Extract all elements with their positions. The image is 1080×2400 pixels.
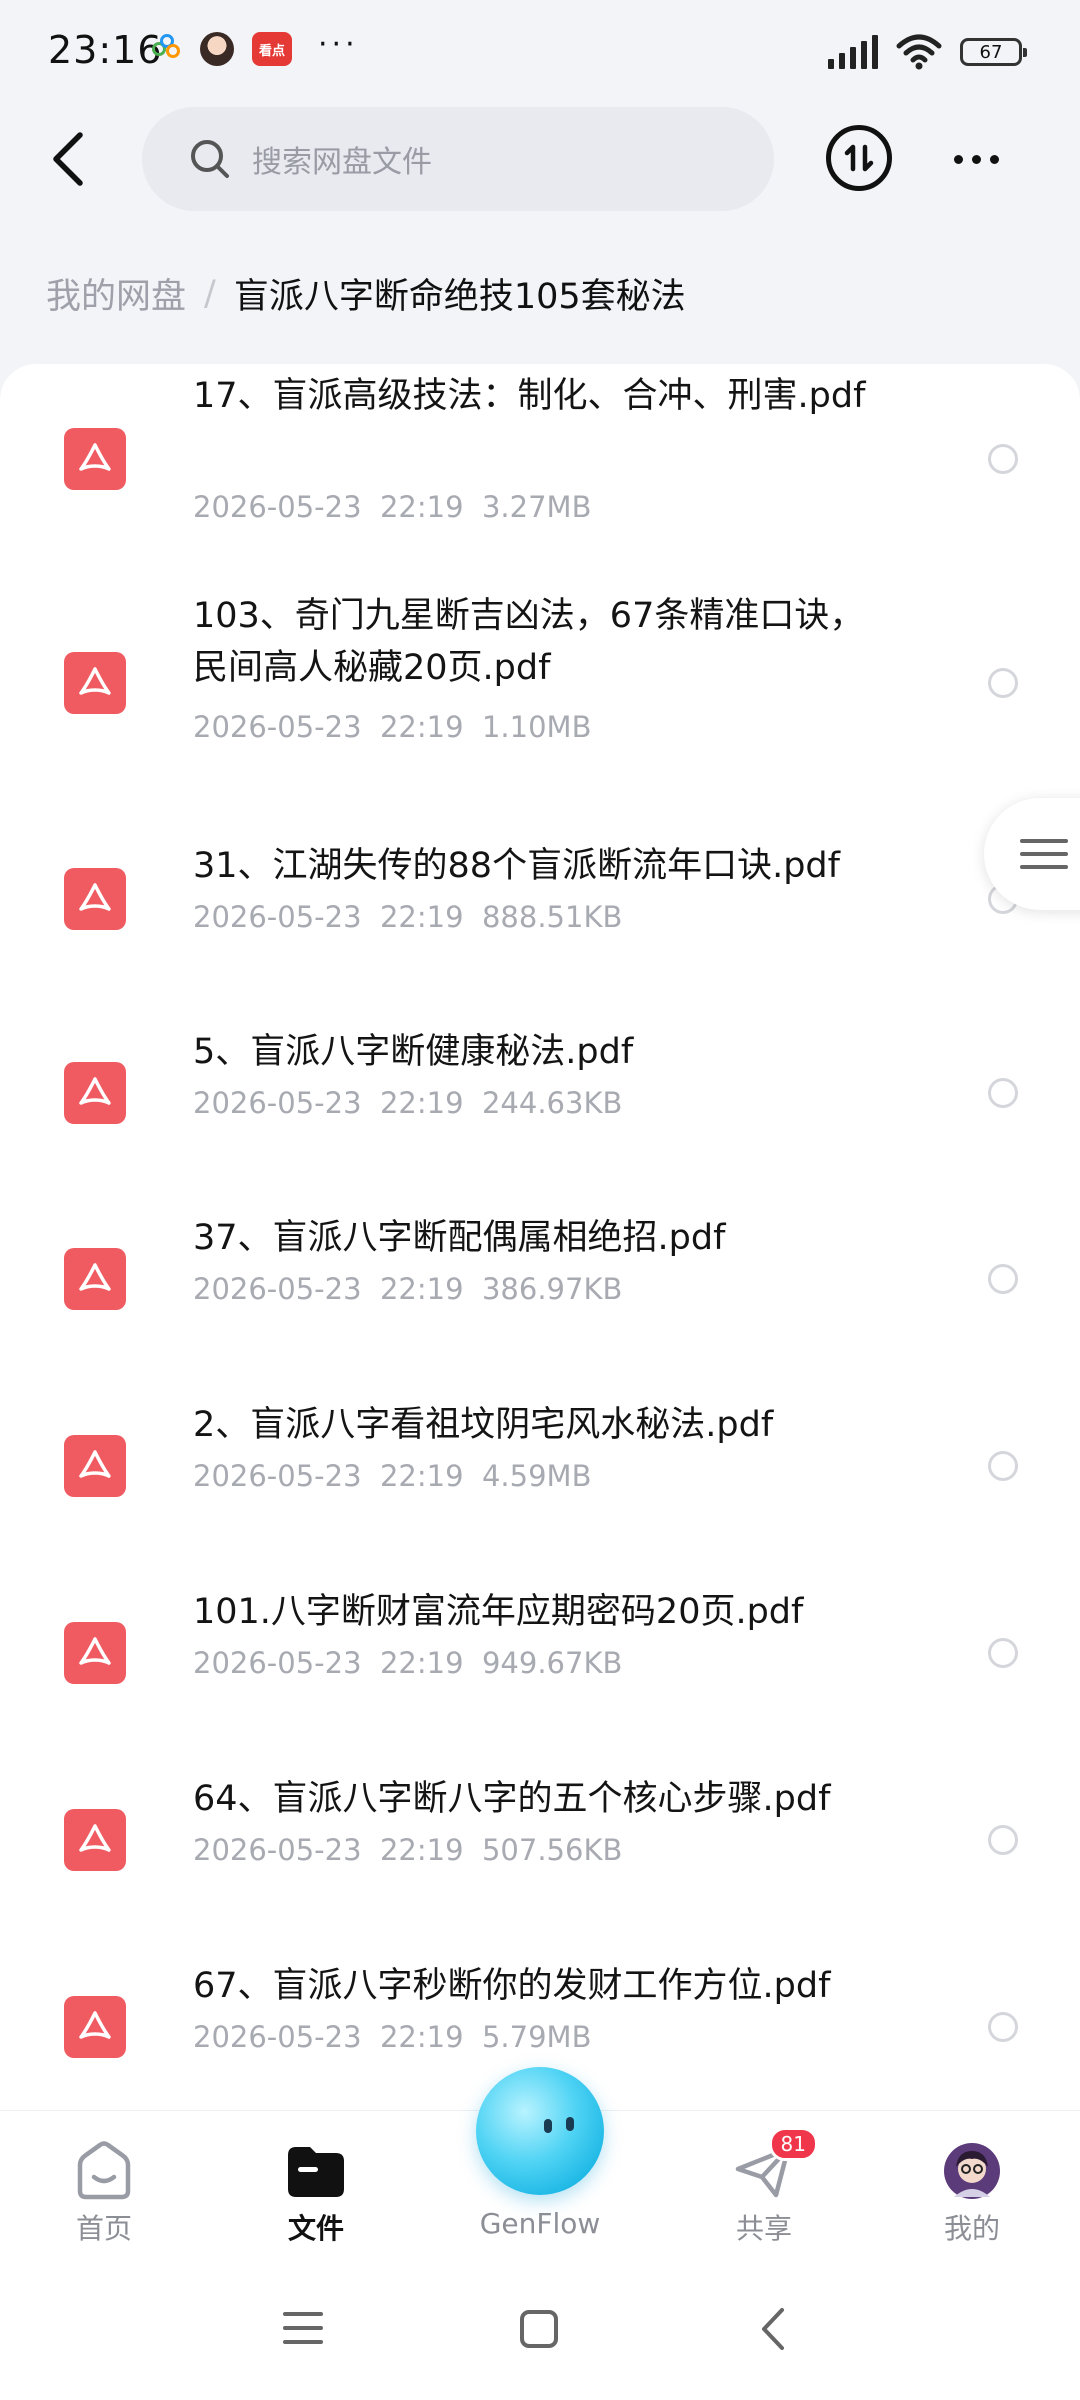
pdf-file-icon — [64, 1622, 126, 1684]
breadcrumb-current-folder: 盲派八字断命绝技105套秘法 — [233, 277, 686, 317]
system-navigation-bar — [0, 2260, 1080, 2400]
share-badge: 81 — [768, 2127, 818, 2161]
nav-files[interactable]: 文件 — [236, 2111, 396, 2247]
avatar-app-icon — [200, 32, 234, 66]
file-meta: 2026-05-23 22:19 5.79MB — [193, 2020, 592, 2054]
nav-genflow-label[interactable]: GenFlow — [440, 2207, 640, 2240]
battery-icon: 67 — [960, 38, 1027, 66]
search-icon — [191, 140, 229, 178]
file-meta: 2026-05-23 22:19 386.97KB — [193, 1272, 623, 1306]
file-meta: 2026-05-23 22:19 3.27MB — [193, 490, 592, 524]
select-checkbox[interactable] — [988, 1638, 1018, 1668]
wifi-icon — [896, 34, 942, 70]
search-placeholder: 搜索网盘文件 — [252, 145, 432, 180]
kandian-app-icon: 看点 — [252, 32, 292, 66]
file-meta: 2026-05-23 22:19 507.56KB — [193, 1833, 623, 1867]
notification-icons: 看点 ··· — [152, 27, 359, 66]
pdf-file-icon — [64, 1062, 126, 1124]
select-checkbox[interactable] — [988, 1078, 1018, 1108]
select-checkbox[interactable] — [988, 2012, 1018, 2042]
signal-icon — [828, 35, 878, 69]
file-row[interactable]: 101.八字断财富流年应期密码20页.pdf 2026-05-23 22:19 … — [0, 1586, 1080, 1766]
file-row[interactable]: 103、奇门九星断吉凶法，67条精准口诀，民间高人秘藏20页.pdf 2026-… — [0, 590, 1080, 774]
pdf-file-icon — [64, 428, 126, 490]
file-name: 67、盲派八字秒断你的发财工作方位.pdf — [193, 1966, 831, 2006]
menu-line-icon — [1020, 839, 1068, 843]
more-notifications-icon: ··· — [318, 26, 359, 62]
pdf-file-icon — [64, 1809, 126, 1871]
file-name: 101.八字断财富流年应期密码20页.pdf — [193, 1592, 804, 1632]
folder-icon — [284, 2141, 348, 2201]
file-name: 103、奇门九星断吉凶法，67条精准口诀，民间高人秘藏20页.pdf — [193, 596, 865, 688]
nav-files-label: 文件 — [287, 2212, 344, 2245]
transfer-arrows-icon — [844, 144, 874, 172]
menu-line-icon — [1020, 865, 1068, 869]
file-name: 5、盲派八字断健康秘法.pdf — [193, 1032, 634, 1072]
pdf-file-icon — [64, 652, 126, 714]
search-input[interactable]: 搜索网盘文件 — [142, 107, 774, 211]
file-name: 2、盲派八字看祖坟阴宅风水秘法.pdf — [193, 1405, 774, 1445]
nav-mine-label: 我的 — [943, 2212, 1000, 2245]
back-triangle-icon[interactable] — [758, 2306, 788, 2352]
file-meta: 2026-05-23 22:19 1.10MB — [193, 710, 592, 744]
file-row[interactable]: 31、江湖失传的88个盲派断流年口诀.pdf 2026-05-23 22:19 … — [0, 840, 1080, 1020]
file-row[interactable]: 17、盲派高级技法：制化、合冲、刑害.pdf 2026-05-23 22:19 … — [0, 364, 1080, 590]
breadcrumb-separator: / — [204, 273, 216, 314]
file-meta: 2026-05-23 22:19 888.51KB — [193, 900, 623, 934]
select-checkbox[interactable] — [988, 668, 1018, 698]
genflow-button[interactable] — [476, 2067, 604, 2195]
more-dot-icon — [989, 154, 999, 164]
breadcrumb: 我的网盘 / 盲派八字断命绝技105套秘法 — [46, 268, 686, 319]
nav-share[interactable]: 81 共享 — [684, 2111, 844, 2247]
home-icon — [72, 2141, 136, 2201]
file-name: 17、盲派高级技法：制化、合冲、刑害.pdf — [193, 376, 866, 416]
more-options-button[interactable] — [946, 131, 1006, 187]
back-button[interactable] — [36, 127, 100, 191]
genflow-eye-icon — [544, 2119, 552, 2133]
file-name: 64、盲派八字断八字的五个核心步骤.pdf — [193, 1779, 831, 1819]
more-dot-icon — [971, 154, 981, 164]
nav-home-label: 首页 — [75, 2212, 132, 2245]
select-checkbox[interactable] — [988, 444, 1018, 474]
file-row[interactable]: 2、盲派八字看祖坟阴宅风水秘法.pdf 2026-05-23 22:19 4.5… — [0, 1399, 1080, 1579]
status-bar: 23:16 看点 ··· 67 — [0, 0, 1080, 110]
bottom-nav: 首页 文件 GenFlow 81 共享 我的 — [0, 2067, 1080, 2261]
user-avatar-icon — [940, 2141, 1004, 2201]
file-row[interactable]: 64、盲派八字断八字的五个核心步骤.pdf 2026-05-23 22:19 5… — [0, 1773, 1080, 1953]
breadcrumb-root[interactable]: 我的网盘 — [46, 268, 186, 319]
select-checkbox[interactable] — [988, 1264, 1018, 1294]
home-square-icon[interactable] — [518, 2308, 560, 2350]
pdf-file-icon — [64, 1435, 126, 1497]
genflow-eye-icon — [566, 2117, 574, 2131]
select-checkbox[interactable] — [988, 1825, 1018, 1855]
nav-home[interactable]: 首页 — [24, 2111, 184, 2247]
select-checkbox[interactable] — [988, 1451, 1018, 1481]
file-name: 37、盲派八字断配偶属相绝招.pdf — [193, 1218, 726, 1258]
file-row[interactable]: 37、盲派八字断配偶属相绝招.pdf 2026-05-23 22:19 386.… — [0, 1212, 1080, 1392]
nav-mine[interactable]: 我的 — [892, 2111, 1052, 2247]
file-meta: 2026-05-23 22:19 244.63KB — [193, 1086, 623, 1120]
header: 搜索网盘文件 — [0, 105, 1080, 215]
pdf-file-icon — [64, 868, 126, 930]
pdf-file-icon — [64, 1248, 126, 1310]
file-name: 31、江湖失传的88个盲派断流年口诀.pdf — [193, 846, 840, 886]
system-status-icons: 67 — [828, 34, 1027, 70]
nav-share-label: 共享 — [735, 2212, 792, 2245]
file-meta: 2026-05-23 22:19 4.59MB — [193, 1459, 592, 1493]
file-row[interactable]: 5、盲派八字断健康秘法.pdf 2026-05-23 22:19 244.63K… — [0, 1026, 1080, 1206]
transfer-list-button[interactable] — [826, 125, 892, 191]
status-time: 23:16 — [48, 28, 163, 72]
pdf-file-icon — [64, 1996, 126, 2058]
file-list: 17、盲派高级技法：制化、合冲、刑害.pdf 2026-05-23 22:19 … — [0, 364, 1080, 2110]
more-dot-icon — [953, 154, 963, 164]
pinwheel-app-icon — [152, 34, 182, 64]
menu-line-icon — [1020, 852, 1068, 856]
send-icon: 81 — [732, 2127, 818, 2201]
file-meta: 2026-05-23 22:19 949.67KB — [193, 1646, 623, 1680]
chevron-left-icon — [53, 132, 83, 186]
recent-apps-icon[interactable] — [282, 2310, 324, 2346]
